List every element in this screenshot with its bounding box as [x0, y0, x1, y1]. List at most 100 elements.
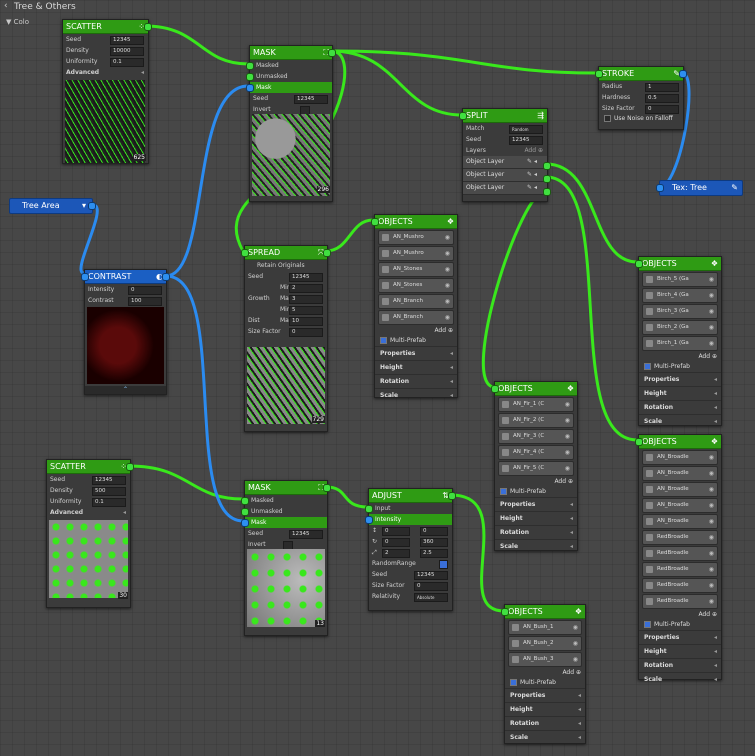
contrast-node[interactable]: CONTRAST ◐ Intensity 0 Contrast 100 ⌃: [81, 269, 170, 395]
prefab-item[interactable]: Birch_4 (Ga ◉: [642, 288, 718, 303]
contrast-field[interactable]: 100: [128, 297, 162, 306]
adjust-node[interactable]: ADJUST ⇅ Input Intensity ↕ 0 0 ↻ 0 360 ⤢ 2 2.5 …: [365, 488, 456, 611]
mask-port[interactable]: [241, 519, 249, 527]
objects-node-fir[interactable]: OBJECTS ❖ AN_Fir_1 (C ◉ AN_Fir_2 (C ◉ AN_Fi…: [491, 381, 578, 553]
height-foldout[interactable]: Height ◂: [505, 702, 585, 716]
height-max-field[interactable]: 0: [420, 527, 448, 536]
output-port[interactable]: [323, 249, 331, 257]
multi-prefab-toggle[interactable]: Multi-Prefab: [639, 362, 721, 372]
prefab-item[interactable]: RedBroadle ◉: [642, 562, 718, 577]
target-icon[interactable]: ◉: [709, 563, 714, 576]
growth-min-field[interactable]: 2: [289, 284, 323, 293]
edit-icon[interactable]: ✎ ◂: [527, 169, 537, 181]
masked-port[interactable]: [246, 62, 254, 70]
contrast-node-header[interactable]: CONTRAST ◐: [85, 270, 166, 284]
target-icon[interactable]: ◉: [565, 430, 570, 443]
target-icon[interactable]: ◉: [709, 515, 714, 528]
scale-foldout[interactable]: Scale ◂: [375, 388, 457, 402]
mask-node-header[interactable]: MASK ⛶: [245, 481, 327, 495]
scatter-node-header[interactable]: SCATTER ⁘: [63, 20, 148, 34]
stroke-node[interactable]: STROKE ✎ Radius 1 Hardness 0.5 Size Factor 0…: [595, 66, 687, 130]
layer-row[interactable]: Object Layer ✎ ◂: [463, 182, 547, 195]
dist-min-field[interactable]: 5: [289, 306, 323, 315]
hardness-field[interactable]: 0.5: [645, 94, 679, 103]
radius-field[interactable]: 1: [645, 83, 679, 92]
rotation-min-field[interactable]: 0: [382, 538, 410, 547]
prefab-item[interactable]: AN_Broadle ◉: [642, 498, 718, 513]
prefab-item[interactable]: AN_Branch ◉: [378, 294, 454, 309]
input-port[interactable]: [459, 112, 467, 120]
unmasked-port[interactable]: [241, 508, 249, 516]
uniformity-field[interactable]: 0.1: [110, 58, 144, 67]
prefab-item[interactable]: AN_Bush_3 ◉: [508, 652, 582, 667]
prefab-item[interactable]: AN_Broadle ◉: [642, 450, 718, 465]
unmasked-port[interactable]: [246, 73, 254, 81]
objects-node-1[interactable]: OBJECTS ❖ AN_Mushro ◉ AN_Mushro ◉ AN_Stones…: [371, 214, 458, 399]
properties-foldout[interactable]: Properties ◂: [639, 630, 721, 644]
height-min-field[interactable]: 0: [382, 527, 410, 536]
prefab-item[interactable]: AN_Fir_1 (C ◉: [498, 397, 574, 412]
dist-max-field[interactable]: 10: [289, 317, 323, 326]
input-port[interactable]: [501, 608, 509, 616]
scale-foldout[interactable]: Scale ◂: [495, 539, 577, 553]
multi-prefab-toggle[interactable]: Multi-Prefab: [495, 487, 577, 497]
chevron-up-icon[interactable]: ⌃: [85, 386, 166, 394]
prefab-item[interactable]: Birch_3 (Ga ◉: [642, 304, 718, 319]
rotation-max-field[interactable]: 360: [420, 538, 448, 547]
edit-icon[interactable]: ✎ ◂: [527, 156, 537, 168]
seed-field[interactable]: 12345: [289, 273, 323, 282]
spread-node-header[interactable]: SPREAD ⤧: [245, 246, 327, 260]
prefab-item[interactable]: AN_Branch ◉: [378, 310, 454, 325]
target-icon[interactable]: ◉: [709, 483, 714, 496]
prefab-item[interactable]: AN_Bush_2 ◉: [508, 636, 582, 651]
density-field[interactable]: 500: [92, 487, 126, 496]
scale-max-field[interactable]: 2.5: [420, 549, 448, 558]
prefab-item[interactable]: AN_Broadle ◉: [642, 466, 718, 481]
target-icon[interactable]: ◉: [709, 499, 714, 512]
random-range-checkbox[interactable]: [439, 560, 448, 569]
target-icon[interactable]: ◉: [709, 337, 714, 350]
prefab-item[interactable]: AN_Broadle ◉: [642, 482, 718, 497]
objects-node-broadleaf[interactable]: OBJECTS ❖ AN_Broadle ◉ AN_Broadle ◉ AN_Broa…: [635, 434, 722, 683]
target-icon[interactable]: ◉: [565, 398, 570, 411]
multi-prefab-toggle[interactable]: Multi-Prefab: [639, 620, 721, 630]
size-factor-field[interactable]: 0: [289, 328, 323, 337]
target-icon[interactable]: ◉: [573, 621, 578, 634]
layer-output-port[interactable]: [543, 162, 551, 170]
intensity-field[interactable]: 0: [128, 286, 162, 295]
prefab-item[interactable]: AN_Fir_4 (C ◉: [498, 445, 574, 460]
target-icon[interactable]: ◉: [709, 321, 714, 334]
add-prefab-button[interactable]: Add ⊕: [639, 610, 721, 620]
target-icon[interactable]: ◉: [565, 446, 570, 459]
graph-canvas[interactable]: ‹ Tree & Others ▼ Colo SCATTER ⁘ Seed 1234…: [0, 0, 755, 756]
prefab-item[interactable]: AN_Fir_2 (C ◉: [498, 413, 574, 428]
checkbox[interactable]: [510, 679, 517, 686]
input-port[interactable]: [371, 218, 379, 226]
target-icon[interactable]: ◉: [445, 263, 450, 276]
uniformity-field[interactable]: 0.1: [92, 498, 126, 507]
mask-port[interactable]: [246, 84, 254, 92]
target-icon[interactable]: ◉: [445, 295, 450, 308]
spread-node[interactable]: SPREAD ⤧ Retain Originals Seed 12345 Min 2 …: [241, 245, 331, 432]
properties-foldout[interactable]: Properties ◂: [495, 497, 577, 511]
scatter-node-2[interactable]: SCATTER ⁘ Seed 12345 Density 500 Uniformity…: [46, 459, 134, 608]
split-node-header[interactable]: SPLIT ⇶: [463, 109, 547, 123]
target-icon[interactable]: ◉: [709, 579, 714, 592]
add-prefab-button[interactable]: Add ⊕: [639, 352, 721, 362]
add-prefab-button[interactable]: Add ⊕: [505, 668, 585, 678]
target-icon[interactable]: ◉: [445, 279, 450, 292]
seed-field[interactable]: 12345: [414, 571, 448, 580]
seed-field[interactable]: 12345: [92, 476, 126, 485]
chevron-left-icon[interactable]: ‹: [4, 1, 8, 11]
masked-port[interactable]: [241, 497, 249, 505]
match-dropdown[interactable]: Random: [509, 125, 543, 134]
target-icon[interactable]: ◉: [709, 595, 714, 608]
prefab-item[interactable]: AN_Stones ◉: [378, 278, 454, 293]
height-foldout[interactable]: Height ◂: [495, 511, 577, 525]
tex-tree-output[interactable]: Tex: Tree ✎: [656, 180, 743, 196]
multi-prefab-toggle[interactable]: Multi-Prefab: [505, 678, 585, 688]
mask-node-header[interactable]: MASK ⛶: [250, 46, 332, 60]
relativity-dropdown[interactable]: Absolute: [414, 593, 448, 602]
use-noise-falloff-toggle[interactable]: Use Noise on Falloff: [599, 114, 683, 124]
advanced-foldout[interactable]: Advanced ◂: [47, 507, 130, 518]
